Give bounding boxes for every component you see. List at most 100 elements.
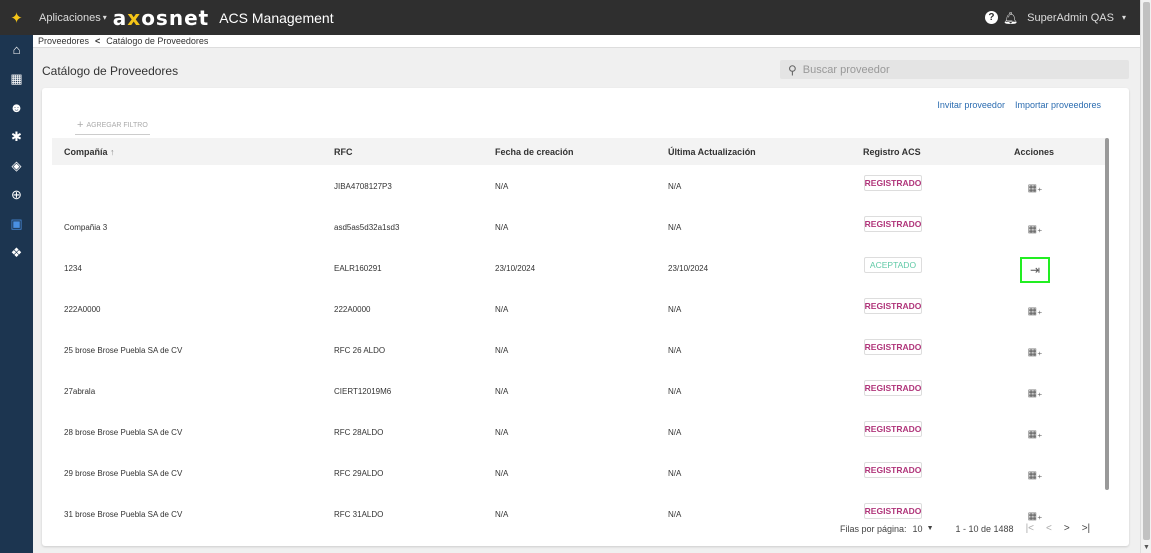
chevron-down-icon: ▼ (926, 525, 934, 532)
brand-logo-x: x (127, 5, 142, 30)
chevron-down-icon[interactable]: ▾ (1122, 13, 1126, 22)
cell-updated: N/A (668, 469, 682, 478)
cell-company: 25 brose Brose Puebla SA de CV (64, 346, 183, 355)
store-action-button[interactable]: ▦₊ (1020, 175, 1050, 201)
scrollbar-thumb[interactable] (1143, 2, 1150, 540)
login-icon: ⇥ (1029, 263, 1041, 277)
import-providers-link[interactable]: Importar proveedores (1015, 100, 1101, 110)
clipboard-icon[interactable]: ▣ (0, 209, 33, 238)
store-action-button[interactable]: ▦₊ (1020, 462, 1050, 488)
header-registro[interactable]: Registro ACS (863, 147, 921, 157)
table-row[interactable]: 28 brose Brose Puebla SA de CV RFC 28ALDO… (52, 411, 1108, 452)
store-action-button[interactable]: ▦₊ (1020, 380, 1050, 406)
chevron-left-icon[interactable]: < (95, 36, 100, 46)
layers-icon[interactable]: ◈ (0, 151, 33, 180)
cell-rfc: RFC 26 ALDO (334, 346, 386, 355)
users-icon[interactable]: ☻ (0, 93, 33, 122)
table-scrollbar[interactable] (1105, 138, 1109, 490)
brand-logo-rest: osnet (141, 5, 210, 30)
bell-icon[interactable]: 🔔︎ (1003, 11, 1018, 25)
store-add-icon: ▦₊ (1027, 182, 1043, 194)
table-row[interactable]: 222A0000 222A0000 N/A N/A REGISTRADO ▦₊ (52, 288, 1108, 329)
header-rfc[interactable]: RFC (334, 147, 353, 157)
scroll-down-icon[interactable]: ▼ (1143, 544, 1150, 551)
user-menu[interactable]: SuperAdmin QAS (1027, 12, 1114, 24)
header-company[interactable]: Compañía ↑ (64, 147, 115, 157)
page-title: Catálogo de Proveedores (42, 64, 179, 78)
sparkle-icon[interactable]: ✦ (0, 0, 33, 35)
cell-created: N/A (495, 510, 509, 519)
cell-rfc: CIERT12019M6 (334, 387, 392, 396)
cell-company: 1234 (64, 264, 82, 273)
add-filter-label: AGREGAR FILTRO (86, 121, 148, 129)
table-row[interactable]: 27abrala CIERT12019M6 N/A N/A REGISTRADO ▦₊ (52, 370, 1108, 411)
cell-created: N/A (495, 387, 509, 396)
store-add-icon: ▦₊ (1027, 223, 1043, 235)
cell-created: 23/10/2024 (495, 264, 536, 273)
store-add-icon: ▦₊ (1027, 387, 1043, 399)
globe-icon[interactable]: ⊕ (0, 180, 33, 209)
search-box[interactable]: ⚲ (780, 60, 1129, 79)
last-page-icon[interactable]: >| (1082, 523, 1090, 534)
login-action-button[interactable]: ⇥ (1020, 257, 1050, 283)
header-updated[interactable]: Última Actualización (668, 147, 756, 157)
gear-icon[interactable]: ✱ (0, 122, 33, 151)
table-row[interactable]: JIBA4708127P3 N/A N/A REGISTRADO ▦₊ (52, 165, 1108, 206)
top-bar: ✦ Aplicaciones ▾ axosnet ACS Management … (0, 0, 1140, 35)
building-icon[interactable]: ▦ (0, 64, 33, 93)
store-action-button[interactable]: ▦₊ (1020, 216, 1050, 242)
cell-updated: N/A (668, 223, 682, 232)
first-page-icon[interactable]: |< (1026, 523, 1034, 534)
status-badge: REGISTRADO (864, 175, 922, 191)
help-icon[interactable]: ? (984, 11, 998, 24)
table-row[interactable]: 29 brose Brose Puebla SA de CV RFC 29ALDO… (52, 452, 1108, 493)
store-add-icon: ▦₊ (1027, 510, 1043, 522)
brand-logo-a: a (112, 5, 128, 30)
rows-per-page-label: Filas por página: (840, 523, 907, 534)
status-badge: REGISTRADO (864, 298, 922, 314)
home-icon[interactable]: ⌂ (0, 35, 33, 64)
invite-provider-link[interactable]: Invitar proveedor (937, 100, 1005, 110)
store-action-button[interactable]: ▦₊ (1020, 421, 1050, 447)
table-row[interactable]: Compañia 3 asd5as5d32a1sd3 N/A N/A REGISTRAD… (52, 206, 1108, 247)
prev-page-icon[interactable]: < (1046, 523, 1052, 534)
chevron-down-icon: ▾ (102, 13, 107, 22)
search-input[interactable] (802, 63, 1103, 76)
add-filter-button[interactable]: + AGREGAR FILTRO (75, 117, 150, 135)
sort-asc-icon[interactable]: ↑ (110, 147, 115, 157)
brand-logo: axosnet (113, 6, 209, 30)
store-add-icon: ▦₊ (1027, 346, 1043, 358)
cell-updated: N/A (668, 510, 682, 519)
table-row[interactable]: 1234 EALR160291 23/10/2024 23/10/2024 ACEPTA… (52, 247, 1108, 288)
header-created[interactable]: Fecha de creación (495, 147, 574, 157)
store-add-icon: ▦₊ (1027, 428, 1043, 440)
cell-rfc: asd5as5d32a1sd3 (334, 223, 400, 232)
cell-company: 31 brose Brose Puebla SA de CV (64, 510, 183, 519)
next-page-icon[interactable]: > (1064, 523, 1070, 534)
header-actions: Acciones (1014, 147, 1055, 157)
store-action-button[interactable]: ▦₊ (1020, 298, 1050, 324)
rows-per-page-select[interactable]: 10 ▼ (913, 524, 934, 534)
breadcrumb-proveedores[interactable]: Proveedores (38, 36, 89, 46)
cell-rfc: EALR160291 (334, 264, 382, 273)
app-title: ACS Management (219, 9, 334, 26)
handshake-icon[interactable]: ❖ (0, 238, 33, 267)
store-action-button[interactable]: ▦₊ (1020, 339, 1050, 365)
cell-updated: 23/10/2024 (668, 264, 709, 273)
plus-icon: + (77, 119, 84, 131)
window-scrollbar[interactable]: ▼ (1140, 0, 1151, 553)
cell-created: N/A (495, 428, 509, 437)
search-icon: ⚲ (788, 62, 797, 77)
status-badge: REGISTRADO (864, 380, 922, 396)
cell-created: N/A (495, 346, 509, 355)
breadcrumb-catalogo: Catálogo de Proveedores (106, 36, 209, 46)
apps-menu[interactable]: Aplicaciones ▾ (39, 12, 107, 24)
page-range: 1 - 10 de 1488 (955, 523, 1014, 534)
header-company-label: Compañía (64, 147, 108, 157)
cell-updated: N/A (668, 182, 682, 191)
table-row[interactable]: 25 brose Brose Puebla SA de CV RFC 26 ALD… (52, 329, 1108, 370)
sidebar: ⌂ ▦ ☻ ✱ ◈ ⊕ ▣ ❖ (0, 35, 33, 553)
providers-card: Invitar proveedor Importar proveedores +… (42, 88, 1129, 546)
cell-created: N/A (495, 182, 509, 191)
cell-rfc: 222A0000 (334, 305, 371, 314)
